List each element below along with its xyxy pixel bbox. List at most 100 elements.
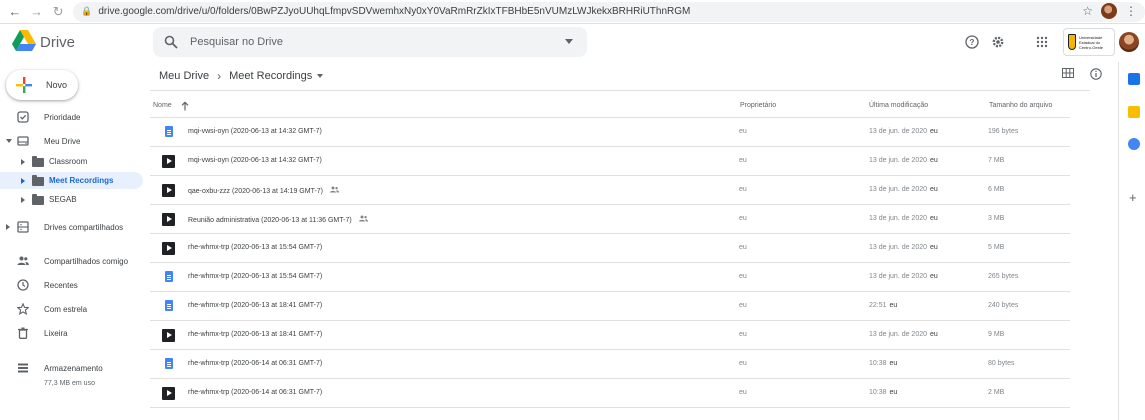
table-row[interactable]: rhe-whmx-trp (2020-06-14 at 06:31 GMT-7)…	[150, 379, 1070, 408]
video-file-icon	[162, 387, 175, 400]
sidebar-item-shared-with-me[interactable]: Compartilhados comigo	[0, 252, 143, 270]
organization-badge[interactable]: Universidade Estadual do Centro-Oeste	[1063, 28, 1115, 56]
modified-by: eu	[889, 360, 898, 367]
file-modified: 13 de jun. de 2020 eu	[869, 128, 938, 135]
folder-label: SEGAB	[49, 195, 77, 204]
expand-caret-icon[interactable]	[21, 178, 25, 184]
chevron-right-icon: ›	[217, 69, 222, 83]
file-modified: 13 de jun. de 2020 eu	[869, 244, 938, 251]
people-icon	[17, 256, 29, 265]
address-bar[interactable]: 🔒 drive.google.com/drive/u/0/folders/0Bw…	[73, 1, 1145, 22]
back-icon[interactable]: ←	[6, 3, 24, 21]
search-options-icon[interactable]	[565, 39, 573, 44]
apps-grid-icon[interactable]	[1034, 34, 1050, 50]
browser-profile-avatar[interactable]	[1101, 3, 1117, 19]
file-size: 3 MB	[988, 215, 1005, 222]
table-row[interactable]: qae-oxbu-zzz (2020-06-13 at 14:19 GMT-7)…	[150, 176, 1070, 205]
sidebar-item-my-drive[interactable]: Meu Drive	[0, 132, 143, 150]
file-size: 80 bytes	[988, 360, 1015, 367]
sidebar-item-shared-drives[interactable]: Drives compartilhados	[0, 218, 143, 236]
file-modified: 10:38 eu	[869, 389, 897, 396]
sidebar-item-priority[interactable]: Prioridade	[0, 108, 143, 126]
modified-date: 10:38	[869, 389, 887, 396]
keep-icon[interactable]	[1128, 106, 1140, 118]
sidebar-item-trash[interactable]: Lixeira	[0, 324, 143, 342]
breadcrumb-current[interactable]: Meet Recordings	[229, 70, 312, 82]
tasks-icon[interactable]	[1128, 138, 1140, 150]
plus-icon	[16, 77, 32, 93]
column-header-name[interactable]: Nome	[153, 102, 172, 109]
modified-by: eu	[930, 157, 938, 164]
column-header-size[interactable]: Tamanho do arquivo	[989, 102, 1052, 109]
column-header-owner[interactable]: Proprietário	[740, 102, 776, 109]
file-name: mqi-vwsi-oyn (2020-06-13 at 14:32 GMT-7)	[188, 128, 322, 135]
sidebar-item-label: Compartilhados comigo	[44, 256, 129, 266]
drive-logo-icon[interactable]	[12, 30, 36, 52]
video-file-icon	[162, 329, 175, 342]
folder-item-segab[interactable]: SEGAB	[0, 191, 143, 208]
file-modified: 13 de jun. de 2020 eu	[869, 331, 938, 338]
folder-item-meet-recordings[interactable]: Meet Recordings	[0, 172, 143, 189]
sidebar-item-label: Prioridade	[44, 112, 81, 122]
calendar-icon[interactable]	[1128, 73, 1140, 85]
url-text: drive.google.com/drive/u/0/folders/0BwPZ…	[98, 6, 691, 17]
table-row[interactable]: rhe-whmx-trp (2020-06-14 at 06:31 GMT-7)…	[150, 350, 1070, 379]
modified-by: eu	[889, 389, 898, 396]
file-size: 265 bytes	[988, 273, 1019, 280]
search-input[interactable]	[190, 36, 550, 48]
expand-caret-icon[interactable]	[21, 159, 25, 165]
sort-ascending-arrow-icon[interactable]	[181, 101, 189, 111]
info-icon[interactable]	[1090, 68, 1102, 80]
new-button-label: Novo	[46, 80, 68, 90]
modified-date: 10:38	[869, 360, 887, 367]
file-name: Reunião administrativa (2020-06-13 at 11…	[188, 217, 352, 224]
account-avatar[interactable]	[1119, 32, 1139, 52]
collapse-caret-icon[interactable]	[6, 139, 12, 143]
forward-icon[interactable]: →	[28, 3, 46, 21]
reload-icon[interactable]: ↻	[49, 3, 67, 21]
file-owner: eu	[739, 215, 747, 222]
sidebar-item-recent[interactable]: Recentes	[0, 276, 143, 294]
settings-gear-icon[interactable]	[990, 34, 1006, 50]
grid-view-icon[interactable]	[1062, 68, 1074, 78]
expand-caret-icon[interactable]	[6, 224, 10, 230]
video-file-icon	[162, 242, 175, 255]
file-owner: eu	[739, 302, 747, 309]
app-name[interactable]: Drive	[40, 34, 75, 51]
modified-by: eu	[930, 128, 938, 135]
table-row[interactable]: rhe-whmx-trp (2020-06-13 at 18:41 GMT-7)…	[150, 321, 1070, 350]
new-button[interactable]: Novo	[6, 70, 78, 100]
sidebar: Novo Prioridade Meu Drive Classroom Meet…	[0, 62, 150, 420]
my-drive-icon	[17, 136, 29, 146]
file-owner: eu	[739, 331, 747, 338]
table-row[interactable]: rhe-whmx-trp (2020-06-13 at 15:54 GMT-7)…	[150, 234, 1070, 263]
search-box[interactable]	[153, 27, 587, 57]
folder-item-classroom[interactable]: Classroom	[0, 153, 143, 170]
file-list-header: Nome Proprietário Última modificação Tam…	[150, 95, 1070, 118]
breadcrumb-root[interactable]: Meu Drive	[159, 70, 209, 82]
organization-name: Universidade Estadual do Centro-Oeste	[1078, 34, 1103, 50]
add-addon-plus-icon[interactable]: +	[1129, 190, 1137, 205]
table-row[interactable]: mqi-vwsi-oyn (2020-06-13 at 14:32 GMT-7)…	[150, 118, 1070, 147]
help-icon[interactable]: ?	[964, 34, 980, 50]
table-row[interactable]: Reunião administrativa (2020-06-13 at 11…	[150, 205, 1070, 234]
table-row[interactable]: rhe-whmx-trp (2020-06-13 at 15:54 GMT-7)…	[150, 263, 1070, 292]
column-header-modified[interactable]: Última modificação	[869, 102, 928, 109]
modified-by: eu	[930, 186, 938, 193]
expand-caret-icon[interactable]	[21, 197, 25, 203]
modified-by: eu	[930, 331, 938, 338]
sidebar-item-starred[interactable]: Com estrela	[0, 300, 143, 318]
file-name: rhe-whmx-trp (2020-06-13 at 18:41 GMT-7)	[188, 302, 323, 309]
file-owner: eu	[739, 186, 747, 193]
table-row[interactable]: rhe-whmx-trp (2020-06-13 at 18:41 GMT-7)…	[150, 292, 1070, 321]
lock-icon: 🔒	[81, 6, 93, 16]
trash-icon	[18, 327, 28, 339]
bookmark-star-icon[interactable]: ☆	[1082, 4, 1093, 18]
folder-menu-caret-icon[interactable]	[317, 74, 324, 78]
modified-by: eu	[930, 215, 938, 222]
search-icon[interactable]	[164, 35, 178, 49]
file-size: 9 MB	[988, 331, 1005, 338]
browser-menu-icon[interactable]: ⋮	[1125, 4, 1137, 18]
sidebar-item-storage[interactable]: Armazenamento	[0, 359, 143, 377]
table-row[interactable]: mqi-vwsi-oyn (2020-06-13 at 14:32 GMT-7)…	[150, 147, 1070, 176]
